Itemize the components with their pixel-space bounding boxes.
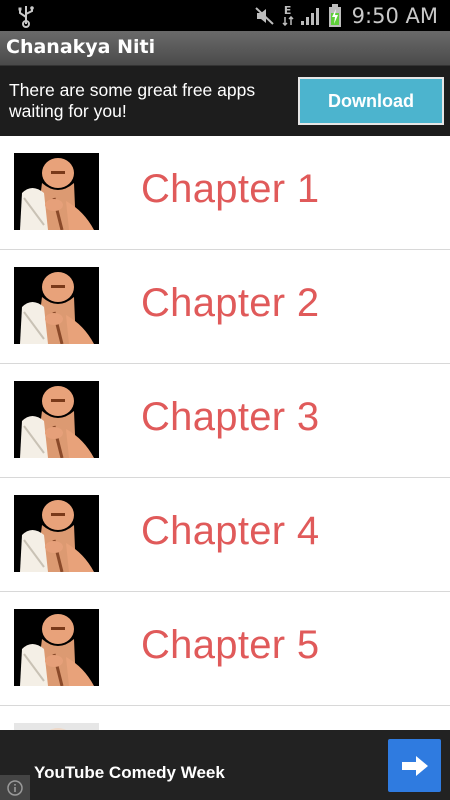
arrow-right-icon bbox=[401, 755, 428, 776]
app-title: Chanakya Niti bbox=[6, 36, 156, 58]
clock: 9:50 AM bbox=[351, 3, 438, 28]
list-item[interactable]: Chapter 4 bbox=[0, 478, 450, 592]
ad-message: There are some great free apps waiting f… bbox=[9, 80, 256, 121]
chanakya-thumbnail bbox=[14, 381, 99, 458]
ad-title: YouTube Comedy Week bbox=[34, 763, 225, 782]
chapter-label: Chapter 2 bbox=[141, 281, 320, 325]
battery-charging-icon bbox=[328, 3, 342, 28]
chanakya-thumbnail bbox=[14, 153, 99, 230]
list-item[interactable]: Chapter 5 bbox=[0, 592, 450, 706]
list-item[interactable]: Chapter 1 bbox=[0, 136, 450, 250]
data-network-icon: E bbox=[282, 3, 294, 26]
action-bar: Chanakya Niti bbox=[0, 31, 450, 66]
chapter-label: Chapter 1 bbox=[141, 167, 320, 211]
download-button[interactable]: Download bbox=[298, 77, 444, 125]
top-ad-banner[interactable]: There are some great free apps waiting f… bbox=[0, 66, 450, 136]
chanakya-thumbnail bbox=[14, 609, 99, 686]
signal-icon bbox=[300, 6, 322, 26]
ad-go-button[interactable] bbox=[388, 739, 441, 792]
chapter-list[interactable]: Chapter 1 Chapter 2 Chapter 3 Chapter 4 … bbox=[0, 136, 450, 730]
chanakya-thumbnail bbox=[14, 495, 99, 572]
chapter-label: Chapter 3 bbox=[141, 395, 320, 439]
info-icon[interactable] bbox=[0, 775, 30, 800]
list-item[interactable]: Chapter 2 bbox=[0, 250, 450, 364]
bottom-ad-banner[interactable]: YouTube Comedy Week bbox=[0, 730, 450, 800]
chanakya-thumbnail bbox=[14, 267, 99, 344]
usb-icon bbox=[18, 6, 34, 28]
chapter-label: Chapter 4 bbox=[141, 509, 320, 553]
list-item[interactable]: Chapter 3 bbox=[0, 364, 450, 478]
network-type-label: E bbox=[283, 3, 292, 17]
status-bar: E 9:50 AM bbox=[0, 0, 450, 31]
list-item[interactable] bbox=[0, 706, 450, 730]
chanakya-thumbnail bbox=[14, 723, 99, 730]
chapter-label: Chapter 5 bbox=[141, 623, 320, 667]
mute-icon bbox=[254, 5, 276, 27]
